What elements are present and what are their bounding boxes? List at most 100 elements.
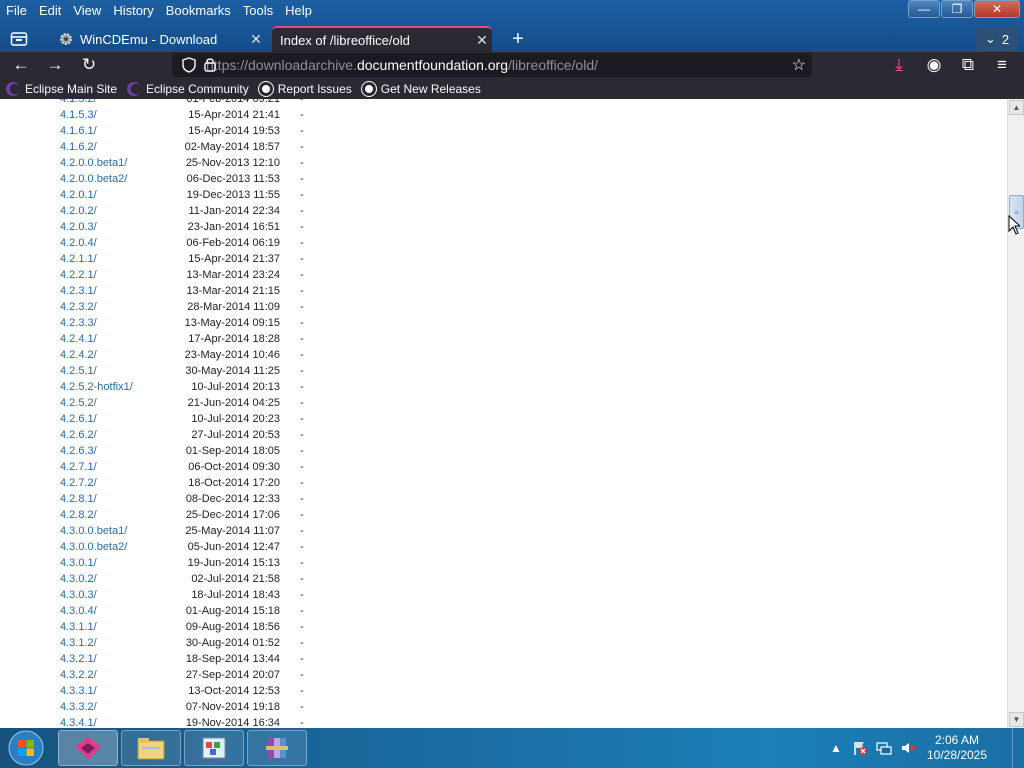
menu-help[interactable]: Help [285,3,312,18]
listing-row: 4.1.6.2/02-May-2014 18:57 - [60,139,320,155]
directory-link[interactable]: 4.2.5.2/ [60,397,97,409]
forward-button[interactable]: → [42,53,68,77]
tab-libreoffice-index[interactable]: Index of /libreoffice/old ✕ [272,26,492,52]
listing-row: 4.2.8.1/08-Dec-2014 12:33 - [60,491,320,507]
directory-link[interactable]: 4.2.6.3/ [60,445,97,457]
menu-bookmarks[interactable]: Bookmarks [166,3,231,18]
directory-link[interactable]: 4.2.3.1/ [60,285,97,297]
new-tab-button[interactable]: + [506,26,530,52]
directory-link[interactable]: 4.3.0.0.beta1/ [60,525,127,537]
directory-link[interactable]: 4.3.0.2/ [60,573,97,585]
app-menu-button[interactable]: ≡ [989,53,1015,77]
maximize-button[interactable]: ❐ [941,0,973,18]
directory-link[interactable]: 4.2.0.3/ [60,221,97,233]
taskbar-app-pink[interactable] [58,730,118,766]
start-button[interactable] [4,729,48,767]
file-size: - [300,381,304,393]
directory-link[interactable]: 4.2.7.1/ [60,461,97,473]
show-hidden-icons-icon[interactable]: ▲ [826,738,846,758]
directory-link[interactable]: 4.2.0.0.beta2/ [60,173,127,185]
tab-wincdemu[interactable]: WinCDEmu - Download ✕ [50,26,266,52]
minimize-button[interactable]: — [908,0,940,18]
directory-link[interactable]: 4.2.0.0.beta1/ [60,157,127,169]
downloads-button[interactable]: ⤓ [886,53,912,77]
tab-list-button[interactable]: ⌄ 2 [976,27,1018,51]
directory-link[interactable]: 4.1.6.1/ [60,125,97,137]
vertical-scrollbar[interactable]: ▲ ≡ ▼ [1007,99,1024,728]
bookmark-eclipse-main-site[interactable]: Eclipse Main Site [6,81,117,96]
directory-link[interactable]: 4.2.5.1/ [60,365,97,377]
directory-link[interactable]: 4.2.5.2-hotfix1/ [60,381,133,393]
bookmark-star-icon[interactable]: ☆ [792,55,806,75]
volume-muted-icon[interactable] [898,738,918,758]
modified-date: 23-May-2014 10:46 [184,349,280,361]
directory-link[interactable]: 4.3.3.1/ [60,685,97,697]
taskbar-paint[interactable] [184,730,244,766]
directory-link[interactable]: 4.2.1.1/ [60,253,97,265]
directory-link[interactable]: 4.3.0.3/ [60,589,97,601]
menu-view[interactable]: View [73,3,101,18]
listing-row: 4.2.5.1/30-May-2014 11:25 - [60,363,320,379]
directory-link[interactable]: 4.2.3.3/ [60,317,97,329]
directory-link[interactable]: 4.2.4.1/ [60,333,97,345]
account-button[interactable]: ◉ [921,53,947,77]
show-desktop-button[interactable] [1012,728,1024,768]
network-icon[interactable] [874,738,894,758]
directory-link[interactable]: 4.2.3.2/ [60,301,97,313]
extensions-button[interactable]: ⧉ [955,53,981,77]
directory-link[interactable]: 4.3.2.1/ [60,653,97,665]
close-tab-icon[interactable]: ✕ [472,32,492,49]
directory-link[interactable]: 4.2.8.2/ [60,509,97,521]
directory-link[interactable]: 4.3.0.4/ [60,605,97,617]
menu-tools[interactable]: Tools [243,3,273,18]
directory-link[interactable]: 4.2.0.1/ [60,189,97,201]
directory-link[interactable]: 4.2.0.2/ [60,205,97,217]
directory-link[interactable]: 4.3.3.2/ [60,701,97,713]
shield-icon[interactable] [182,57,196,73]
directory-link[interactable]: 4.3.0.0.beta2/ [60,541,127,553]
taskbar: ▲ 2:06 AM 10/28/2025 [0,728,1024,768]
directory-link[interactable]: 4.2.6.1/ [60,413,97,425]
scroll-up-arrow-icon[interactable]: ▲ [1009,100,1024,115]
address-bar[interactable]: https://downloadarchive.documentfoundati… [172,53,812,77]
lock-icon[interactable] [204,57,216,72]
directory-link[interactable]: 4.1.5.2/ [60,99,97,105]
arrow-right-icon: → [46,55,64,74]
tab-overview-button[interactable] [6,26,32,52]
close-window-button[interactable]: ✕ [974,0,1020,18]
action-center-flag-icon[interactable] [850,738,870,758]
close-tab-icon[interactable]: ✕ [246,31,266,48]
directory-link[interactable]: 4.2.2.1/ [60,269,97,281]
directory-link[interactable]: 4.2.6.2/ [60,429,97,441]
menu-edit[interactable]: Edit [39,3,61,18]
directory-link[interactable]: 4.2.0.4/ [60,237,97,249]
directory-link[interactable]: 4.2.8.1/ [60,493,97,505]
directory-link[interactable]: 4.3.1.2/ [60,637,97,649]
directory-link[interactable]: 4.3.2.2/ [60,669,97,681]
reload-button[interactable]: ↻ [76,53,102,77]
menu-file[interactable]: File [6,3,27,18]
taskbar-explorer[interactable] [121,730,181,766]
directory-link[interactable]: 4.1.5.3/ [60,109,97,121]
directory-link[interactable]: 4.1.6.2/ [60,141,97,153]
directory-link[interactable]: 4.3.0.1/ [60,557,97,569]
bookmark-get-new-releases[interactable]: Get New Releases [361,81,481,96]
listing-row: 4.3.0.2/02-Jul-2014 21:58 - [60,571,320,587]
menu-history[interactable]: History [113,3,153,18]
bookmark-eclipse-community[interactable]: Eclipse Community [127,81,249,96]
directory-link[interactable]: 4.3.1.1/ [60,621,97,633]
back-button[interactable]: ← [8,53,34,77]
clock[interactable]: 2:06 AM 10/28/2025 [922,733,992,763]
directory-link[interactable]: 4.3.4.1/ [60,717,97,728]
modified-date: 18-Jul-2014 18:43 [191,589,280,601]
directory-link[interactable]: 4.2.4.2/ [60,349,97,361]
modified-date: 01-Feb-2014 09:21 [186,99,280,105]
bookmark-report-issues[interactable]: Report Issues [258,81,352,96]
directory-link[interactable]: 4.2.7.2/ [60,477,97,489]
taskbar-winrar[interactable] [247,730,307,766]
file-size: - [300,461,304,473]
listing-row: 4.3.0.4/01-Aug-2014 15:18 - [60,603,320,619]
listing-row: 4.2.1.1/15-Apr-2014 21:37 - [60,251,320,267]
scroll-down-arrow-icon[interactable]: ▼ [1009,712,1024,727]
listing-row: 4.2.0.4/06-Feb-2014 06:19 - [60,235,320,251]
